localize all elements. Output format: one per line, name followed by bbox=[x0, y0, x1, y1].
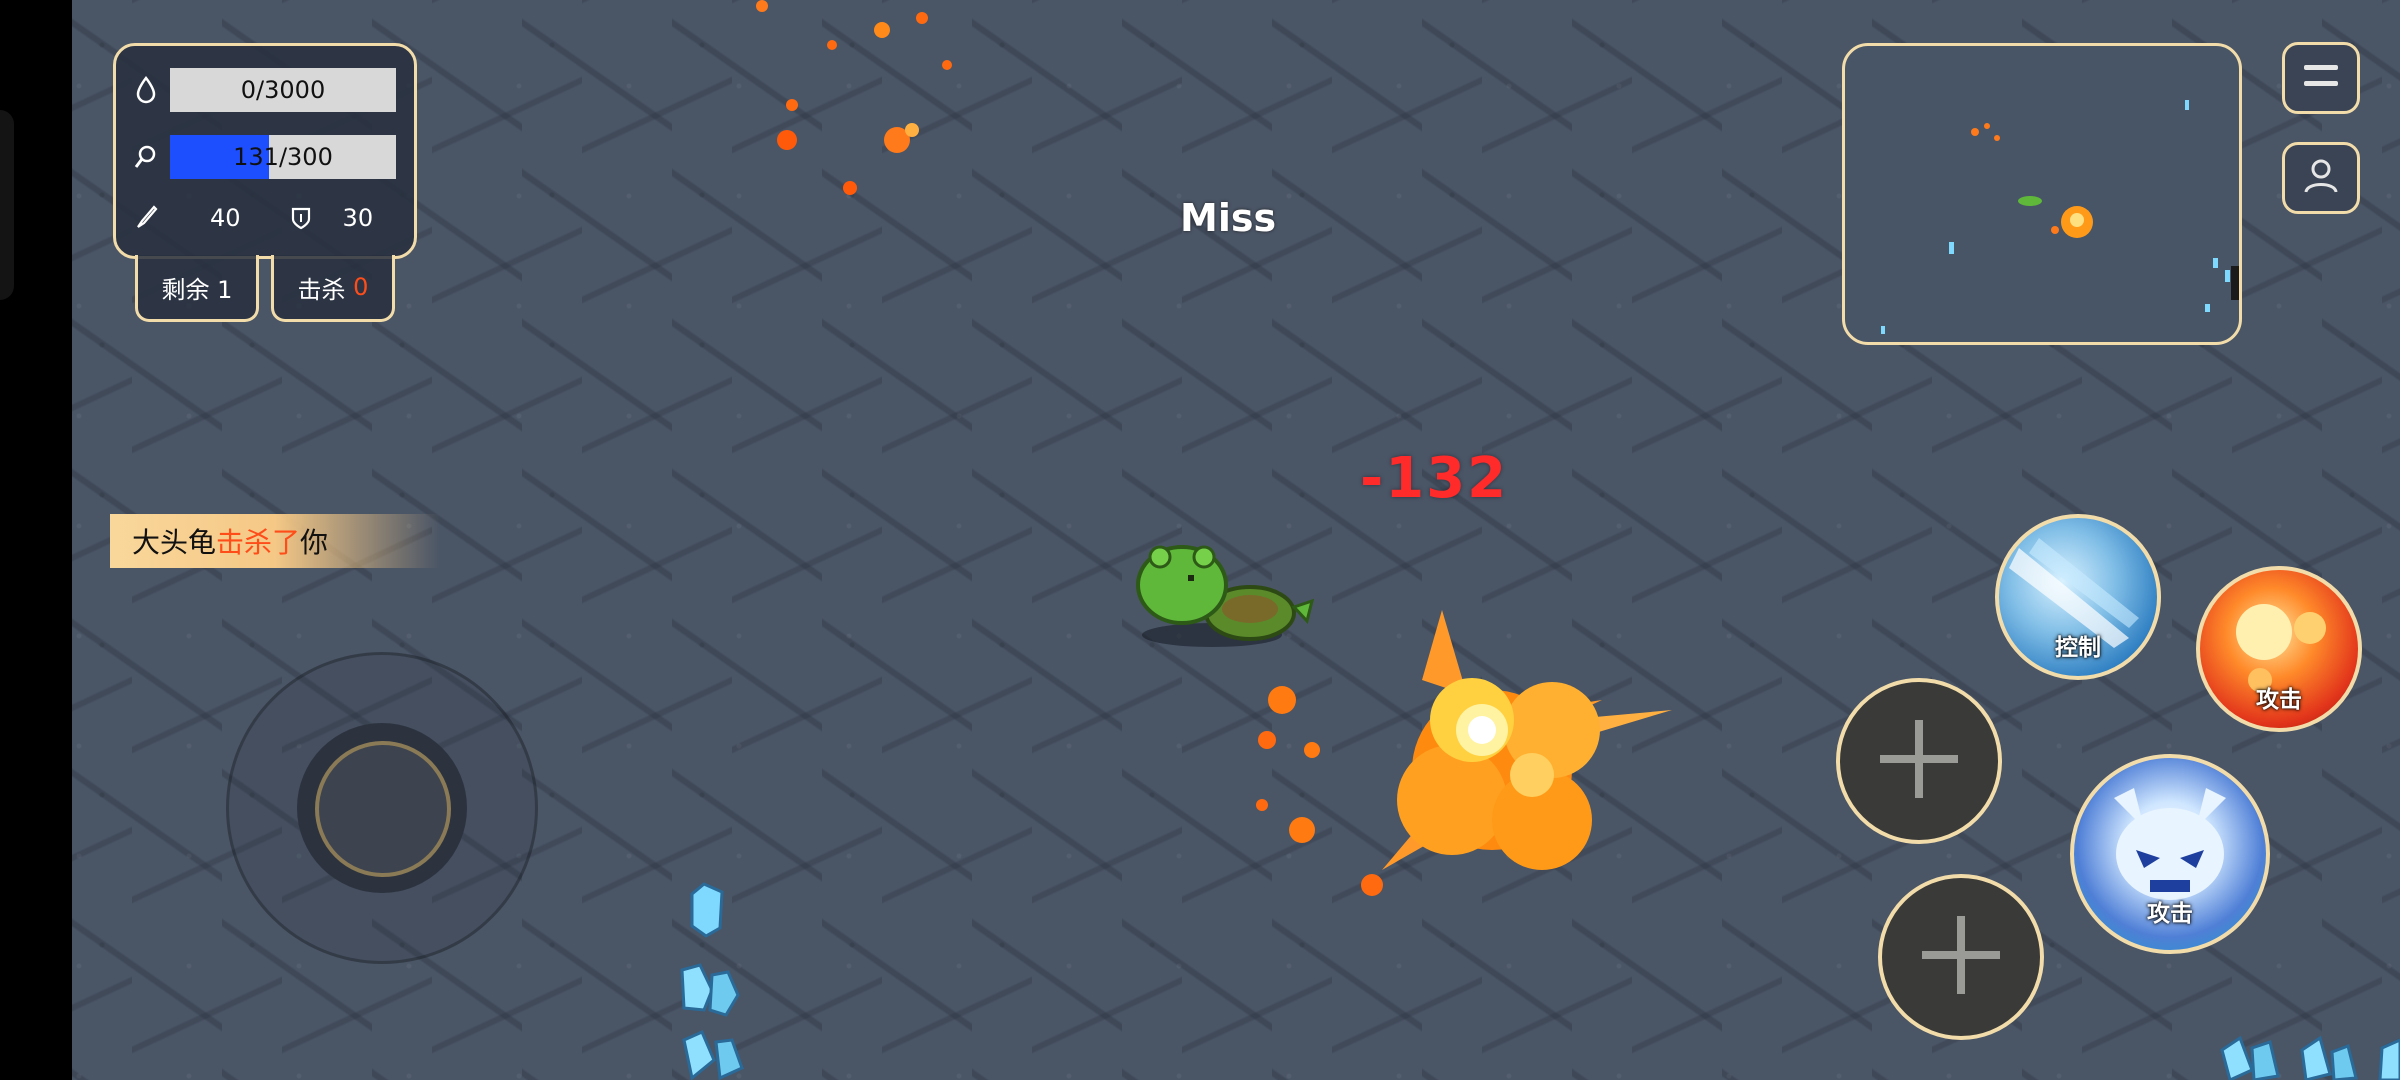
profile-button[interactable] bbox=[2282, 142, 2360, 214]
mana-row: 131/300 bbox=[128, 135, 396, 179]
ember-trail bbox=[756, 0, 952, 195]
fire-explosion bbox=[1256, 610, 1672, 896]
fire-attack-skill-button[interactable]: 攻击 bbox=[2196, 566, 2362, 732]
kill-feed-banner: 大头龟 击杀了你 bbox=[110, 514, 440, 568]
remaining-label: 剩余 1 bbox=[161, 275, 233, 304]
hp-text: 0/3000 bbox=[240, 76, 326, 104]
attack-value: 40 bbox=[210, 204, 241, 232]
damage-number: -132 bbox=[1360, 446, 1509, 511]
ice-attack-skill-button[interactable]: 攻击 bbox=[2070, 754, 2270, 954]
kill-verb: 击杀了 bbox=[216, 526, 301, 559]
control-skill-button[interactable]: 控制 bbox=[1995, 514, 2161, 680]
defense-value: 30 bbox=[342, 204, 374, 232]
user-icon bbox=[2301, 156, 2341, 200]
minimap[interactable] bbox=[1842, 43, 2242, 345]
screen-edge bbox=[0, 110, 14, 300]
attack-defense-row: 40 30 bbox=[128, 196, 398, 240]
add-skill-slot-button[interactable] bbox=[1836, 678, 2002, 844]
movement-joystick[interactable] bbox=[226, 652, 538, 964]
kills-label: 击杀 bbox=[297, 275, 346, 304]
hp-row: 0/3000 bbox=[128, 68, 396, 112]
player-stats-panel: 0/3000 131/300 40 30 bbox=[113, 43, 417, 259]
drop-icon bbox=[128, 76, 164, 104]
ice-attack-label: 攻击 bbox=[2147, 901, 2193, 927]
joystick-knob[interactable] bbox=[297, 723, 467, 893]
plus-icon bbox=[1874, 714, 1964, 808]
miss-text: Miss bbox=[1180, 196, 1277, 240]
fire-attack-label: 攻击 bbox=[2256, 687, 2302, 713]
magnifier-icon bbox=[128, 144, 164, 170]
menu-button[interactable] bbox=[2282, 42, 2360, 114]
mana-bar: 131/300 bbox=[170, 135, 396, 179]
crystal-cluster bbox=[2220, 1035, 2400, 1080]
kill-counter: 击杀 0 bbox=[271, 255, 395, 322]
sword-icon bbox=[128, 205, 164, 231]
crystal-cluster bbox=[680, 882, 744, 1080]
victim-name: 你 bbox=[300, 526, 329, 559]
control-skill-label: 控制 bbox=[2055, 635, 2101, 661]
killer-name: 大头龟 bbox=[132, 526, 217, 559]
kills-value: 0 bbox=[353, 273, 369, 301]
add-skill-slot-button[interactable] bbox=[1878, 874, 2044, 1040]
hp-bar: 0/3000 bbox=[170, 68, 396, 112]
shield-icon bbox=[283, 205, 319, 231]
remaining-counter: 剩余 1 bbox=[135, 255, 259, 322]
menu-icon bbox=[2302, 61, 2340, 95]
plus-icon bbox=[1916, 910, 2006, 1004]
minimap-contents bbox=[1881, 100, 2239, 334]
mana-text: 131/300 bbox=[233, 143, 333, 171]
